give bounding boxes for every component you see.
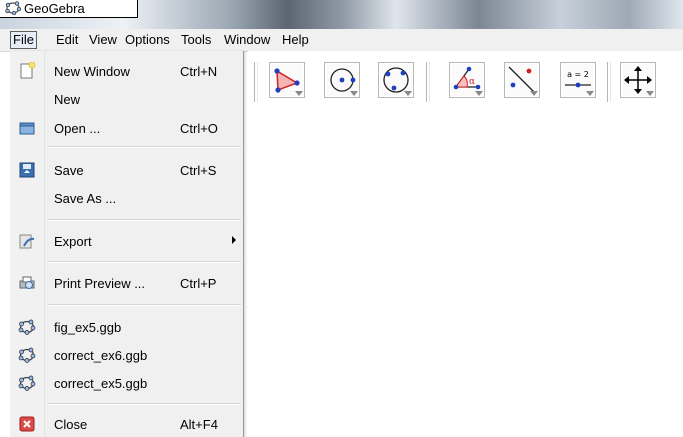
- menu-item-export[interactable]: Export: [10, 230, 243, 252]
- folder-open-icon: [19, 122, 35, 135]
- menu-item-open[interactable]: Open ... Ctrl+O: [10, 117, 243, 139]
- menu-item-recent-file[interactable]: correct_ex6.ggb: [10, 344, 243, 366]
- menu-separator: [48, 219, 241, 221]
- menu-item-print-preview[interactable]: Print Preview ... Ctrl+P: [10, 272, 243, 294]
- menu-item-new-window[interactable]: New Window Ctrl+N: [10, 60, 243, 82]
- circle-three-points-tool-button[interactable]: [378, 62, 414, 98]
- slider-tool-button[interactable]: a = 2: [560, 62, 596, 98]
- toolbar: α a = 2: [248, 51, 683, 119]
- reflect-tool-button[interactable]: [504, 62, 540, 98]
- print-preview-icon: [19, 276, 35, 289]
- menu-tools[interactable]: Tools: [179, 32, 213, 48]
- menu-window[interactable]: Window: [222, 32, 272, 48]
- menu-help[interactable]: Help: [280, 32, 311, 48]
- save-icon: [19, 162, 35, 178]
- export-icon: [19, 234, 35, 249]
- circle-tool-button[interactable]: [324, 62, 360, 98]
- menu-separator: [48, 304, 241, 306]
- close-icon: [19, 416, 35, 432]
- svg-text:a = 2: a = 2: [567, 70, 589, 79]
- title-bar: GeoGebra: [0, 0, 683, 29]
- menu-bar: File Edit View Options Tools Window Help: [0, 29, 683, 52]
- angle-tool-button[interactable]: α: [449, 62, 485, 98]
- submenu-arrow-icon: [232, 236, 236, 244]
- geogebra-file-icon: [18, 347, 36, 363]
- geogebra-logo-icon: [5, 1, 21, 15]
- menu-item-save-as[interactable]: Save As ...: [10, 187, 243, 209]
- toolbar-separator: [426, 62, 430, 102]
- menu-file[interactable]: File: [10, 31, 37, 49]
- menu-item-save[interactable]: Save Ctrl+S: [10, 159, 243, 181]
- menu-item-close[interactable]: Close Alt+F4: [10, 413, 243, 435]
- title-box: GeoGebra: [0, 0, 138, 18]
- menu-options[interactable]: Options: [123, 32, 172, 48]
- geogebra-file-icon: [18, 375, 36, 391]
- menu-view[interactable]: View: [87, 32, 119, 48]
- geogebra-file-icon: [18, 319, 36, 335]
- menu-separator: [48, 261, 241, 263]
- svg-text:α: α: [469, 77, 475, 87]
- menu-item-recent-file[interactable]: correct_ex5.ggb: [10, 372, 243, 394]
- file-menu-dropdown: New Window Ctrl+N New Open ... Ctrl+O Sa…: [10, 51, 244, 437]
- move-graphics-tool-button[interactable]: [620, 62, 656, 98]
- menu-item-recent-file[interactable]: fig_ex5.ggb: [10, 316, 243, 338]
- menu-item-new[interactable]: New: [10, 88, 243, 110]
- new-window-icon: [20, 62, 36, 79]
- menu-separator: [48, 146, 241, 148]
- window-title: GeoGebra: [24, 1, 85, 16]
- toolbar-separator: [607, 62, 611, 102]
- menu-separator: [48, 403, 241, 405]
- menu-edit[interactable]: Edit: [54, 32, 80, 48]
- polygon-tool-button[interactable]: [269, 62, 305, 98]
- toolbar-separator: [254, 62, 258, 102]
